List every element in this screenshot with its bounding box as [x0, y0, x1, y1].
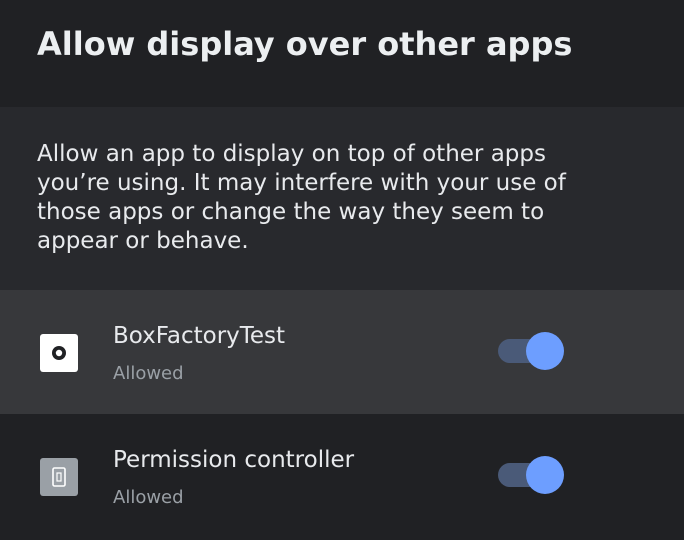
permission-glyph-icon: [52, 467, 66, 487]
toggle-thumb: [526, 332, 564, 370]
app-status: Allowed: [113, 487, 184, 508]
app-name: BoxFactoryTest: [113, 323, 286, 349]
app-name: Permission controller: [113, 447, 355, 473]
settings-panel: Allow display over other apps Allow an a…: [0, 0, 684, 540]
app-row-boxfactorytest[interactable]: BoxFactoryTest Allowed: [0, 290, 684, 414]
description-text: Allow an app to display on top of other …: [37, 141, 566, 254]
allow-toggle-boxfactorytest[interactable]: [498, 332, 564, 370]
allow-toggle-permission-controller[interactable]: [498, 456, 564, 494]
permission-controller-app-icon: [40, 458, 78, 496]
boxfactory-glyph-icon: [52, 346, 66, 360]
app-row-permission-controller[interactable]: Permission controller Allowed: [0, 414, 684, 538]
description-section: Allow an app to display on top of other …: [0, 107, 684, 290]
toggle-thumb: [526, 456, 564, 494]
boxfactory-app-icon: [40, 334, 78, 372]
page-title: Allow display over other apps: [37, 25, 573, 63]
app-status: Allowed: [113, 363, 184, 384]
